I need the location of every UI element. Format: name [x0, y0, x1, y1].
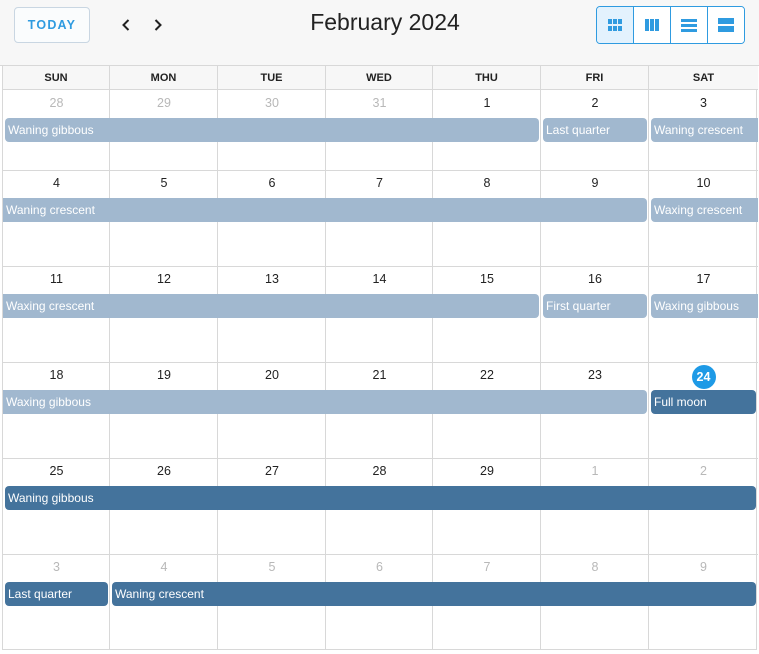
day-number[interactable]: 1	[580, 464, 610, 478]
day-number[interactable]: 28	[365, 464, 395, 478]
column-divider	[217, 90, 218, 650]
event-bar[interactable]: Waxing gibbous	[651, 294, 758, 318]
month-grid: SUN MON TUE WED THU FRI SAT 28 29 30 31 1 2 3 Waning …	[2, 66, 758, 650]
day-number[interactable]: 3	[42, 560, 72, 574]
day-number[interactable]: 6	[365, 560, 395, 574]
day-number[interactable]: 7	[472, 560, 502, 574]
event-bar[interactable]: Full moon	[651, 390, 756, 414]
day-number[interactable]: 13	[257, 272, 287, 286]
chevron-left-icon	[122, 19, 130, 31]
calendar-toolbar: TODAY February 2024	[0, 0, 759, 66]
event-bar[interactable]: Last quarter	[5, 582, 108, 606]
weekday-label: SAT	[692, 72, 715, 84]
column-divider	[648, 90, 649, 650]
day-number[interactable]: 9	[580, 176, 610, 190]
event-bar[interactable]: Waning crescent	[651, 118, 758, 142]
day-number[interactable]: 7	[365, 176, 395, 190]
day-number[interactable]: 24	[691, 365, 716, 389]
column-divider	[432, 90, 433, 650]
event-bar[interactable]: Waning gibbous	[5, 118, 539, 142]
day-number[interactable]: 4	[42, 176, 72, 190]
day-number[interactable]: 10	[689, 176, 719, 190]
day-number[interactable]: 3	[689, 96, 719, 110]
day-number[interactable]: 23	[580, 368, 610, 382]
event-bar[interactable]: Waning crescent	[112, 582, 756, 606]
weekday-label: MON	[110, 66, 218, 90]
day-number[interactable]: 5	[149, 176, 179, 190]
day-number[interactable]: 8	[580, 560, 610, 574]
chevron-right-icon	[154, 19, 162, 31]
day-number[interactable]: 5	[257, 560, 287, 574]
agenda-view-button[interactable]	[707, 7, 744, 43]
day-view-button[interactable]	[670, 7, 707, 43]
day-number[interactable]: 2	[689, 464, 719, 478]
event-bar[interactable]: Waxing crescent	[651, 198, 758, 222]
event-bar[interactable]: Waxing gibbous	[3, 390, 647, 414]
day-number[interactable]: 2	[580, 96, 610, 110]
day-number[interactable]: 14	[365, 272, 395, 286]
row-divider	[3, 458, 758, 459]
today-button[interactable]: TODAY	[14, 7, 90, 43]
event-bar[interactable]: Waxing crescent	[3, 294, 539, 318]
day-number[interactable]: 9	[689, 560, 719, 574]
day-number[interactable]: 15	[472, 272, 502, 286]
day-number[interactable]: 25	[42, 464, 72, 478]
column-divider	[540, 90, 541, 650]
week-view-button[interactable]	[633, 7, 670, 43]
day-number[interactable]: 18	[42, 368, 72, 382]
month-grid-icon	[608, 19, 622, 31]
day-number[interactable]: 4	[149, 560, 179, 574]
event-bar[interactable]: Waning crescent	[3, 198, 647, 222]
day-number[interactable]: 1	[472, 96, 502, 110]
day-number[interactable]: 16	[580, 272, 610, 286]
week-columns-icon	[645, 19, 659, 31]
row-divider	[3, 170, 758, 171]
month-view-button[interactable]	[597, 7, 633, 43]
prev-month-button[interactable]	[113, 12, 139, 38]
day-number[interactable]: 11	[42, 272, 72, 286]
day-number[interactable]: 31	[365, 96, 395, 110]
next-month-button[interactable]	[145, 12, 171, 38]
day-number[interactable]: 19	[149, 368, 179, 382]
column-divider	[109, 90, 110, 650]
day-rows-icon	[681, 19, 697, 32]
day-number[interactable]: 12	[149, 272, 179, 286]
weekday-label: FRI	[541, 66, 649, 90]
day-number[interactable]: 29	[472, 464, 502, 478]
day-number[interactable]: 6	[257, 176, 287, 190]
weekday-label: THU	[433, 66, 541, 90]
weekday-label: SUN	[3, 66, 110, 90]
view-switcher	[596, 6, 745, 44]
row-divider	[3, 362, 758, 363]
row-divider	[3, 554, 758, 555]
event-bar[interactable]: Last quarter	[543, 118, 647, 142]
event-bar[interactable]: Waning gibbous	[5, 486, 756, 510]
column-divider	[325, 90, 326, 650]
day-number[interactable]: 20	[257, 368, 287, 382]
day-number[interactable]: 30	[257, 96, 287, 110]
weekday-header: SUN MON TUE WED THU FRI SAT	[3, 66, 758, 90]
day-number[interactable]: 21	[365, 368, 395, 382]
day-number[interactable]: 8	[472, 176, 502, 190]
day-number[interactable]: 17	[689, 272, 719, 286]
month-title: February 2024	[310, 9, 460, 35]
day-number[interactable]: 28	[42, 96, 72, 110]
agenda-list-icon	[718, 18, 734, 32]
weekday-label: TUE	[218, 66, 326, 90]
event-bar[interactable]: First quarter	[543, 294, 647, 318]
day-number[interactable]: 26	[149, 464, 179, 478]
row-divider	[3, 266, 758, 267]
day-number[interactable]: 27	[257, 464, 287, 478]
day-number[interactable]: 29	[149, 96, 179, 110]
day-number[interactable]: 22	[472, 368, 502, 382]
weekday-label: WED	[326, 66, 433, 90]
